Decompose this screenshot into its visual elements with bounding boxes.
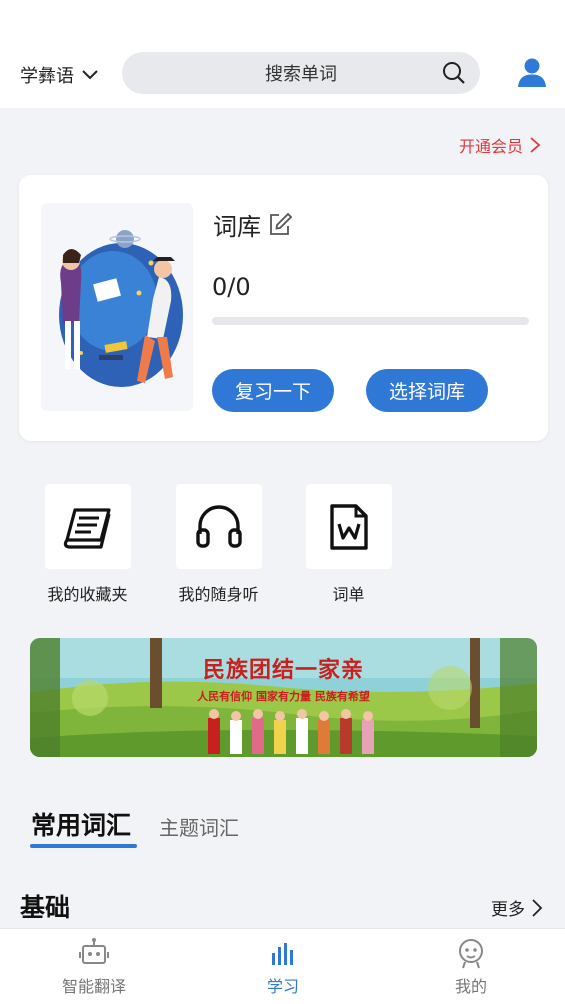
- wordlist-icon-box: [305, 484, 392, 569]
- tabbar-item-translate[interactable]: 智能翻译: [34, 937, 154, 997]
- language-label: 学彝语: [20, 66, 74, 87]
- bar-chart-icon: [272, 943, 293, 965]
- wordlist-link[interactable]: 词单: [305, 484, 392, 605]
- wordbook-progress-bar: [212, 317, 529, 325]
- chevron-right-icon: [532, 898, 543, 917]
- more-label: 更多: [491, 900, 525, 920]
- tabbar-label-translate: 智能翻译: [61, 977, 126, 996]
- wordbook-count: 0/0: [212, 273, 251, 301]
- wordlist-label: 词单: [332, 585, 365, 604]
- search-input[interactable]: 搜索单词: [122, 52, 480, 94]
- tabbar-item-mine[interactable]: 我的: [411, 937, 531, 997]
- listening-label: 我的随身听: [178, 585, 259, 604]
- choose-wordbook-button[interactable]: 选择词库: [366, 369, 488, 412]
- tab-topic-words[interactable]: 主题词汇: [159, 812, 239, 841]
- word-doc-icon: [329, 503, 368, 550]
- favorites-label: 我的收藏夹: [47, 585, 128, 604]
- favorites-icon-box: [44, 484, 131, 569]
- top-header: 学彝语 搜索单词: [0, 0, 565, 108]
- more-link[interactable]: 更多: [491, 895, 543, 920]
- section-title: 基础: [20, 893, 71, 922]
- tabbar-label-study: 学习: [266, 977, 299, 996]
- bottom-tab-bar: 智能翻译 学习 我的: [0, 928, 565, 1004]
- language-selector[interactable]: 学彝语: [20, 62, 100, 88]
- vip-link[interactable]: 开通会员: [459, 133, 541, 157]
- wordbook-cover-image: [41, 203, 193, 411]
- wordbook-title-label: 词库: [213, 213, 261, 241]
- tabbar-item-study[interactable]: 学习: [223, 937, 343, 997]
- review-button[interactable]: 复习一下: [212, 369, 334, 412]
- listening-icon-box: [175, 484, 262, 569]
- edit-icon[interactable]: [267, 212, 293, 238]
- chevron-down-icon: [82, 70, 98, 80]
- banner-subtitle: 人民有信仰 国家有力量 民族有希望: [197, 690, 370, 703]
- vip-label: 开通会员: [458, 137, 523, 156]
- notebook-icon: [63, 507, 111, 549]
- banner[interactable]: 民族团结一家亲 人民有信仰 国家有力量 民族有希望: [30, 638, 537, 757]
- user-icon[interactable]: [516, 56, 548, 88]
- tab-common-words[interactable]: 常用词汇: [31, 806, 131, 842]
- favorites-link[interactable]: 我的收藏夹: [44, 484, 131, 605]
- tab-active-indicator: [30, 844, 137, 848]
- face-icon: [459, 939, 483, 969]
- robot-icon: [79, 938, 109, 964]
- listening-link[interactable]: 我的随身听: [175, 484, 262, 605]
- search-placeholder: 搜索单词: [265, 64, 337, 85]
- headphones-icon: [195, 504, 242, 548]
- chevron-right-icon: [530, 137, 541, 153]
- wordbook-title: 词库: [213, 207, 293, 242]
- search-icon[interactable]: [442, 61, 466, 85]
- tabbar-label-mine: 我的: [454, 977, 487, 996]
- banner-title: 民族团结一家亲: [202, 657, 364, 683]
- wordbook-card: 词库 0/0 复习一下 选择词库: [19, 175, 548, 441]
